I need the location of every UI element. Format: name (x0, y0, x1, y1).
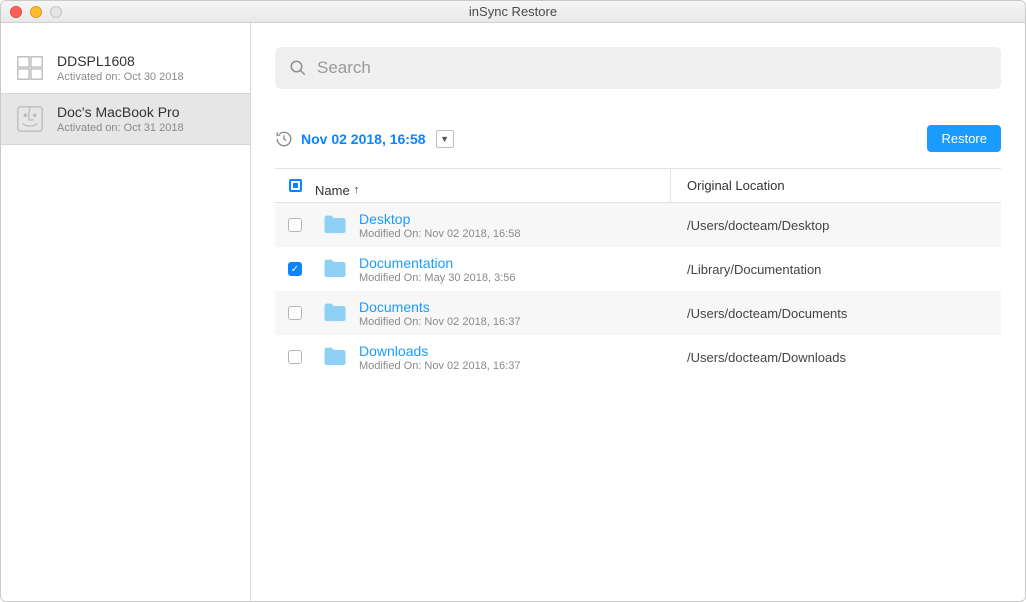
search-box[interactable] (275, 47, 1001, 89)
row-checkbox[interactable] (288, 350, 302, 364)
snapshot-picker[interactable]: Nov 02 2018, 16:58 ▼ (275, 130, 454, 148)
restore-button[interactable]: Restore (927, 125, 1001, 152)
file-modified: Modified On: May 30 2018, 3:56 (359, 272, 516, 284)
select-all-checkbox[interactable] (289, 179, 302, 192)
toolbar: Nov 02 2018, 16:58 ▼ Restore (275, 125, 1001, 152)
device-item[interactable]: DDSPL1608 Activated on: Oct 30 2018 (1, 43, 250, 93)
table-row[interactable]: ✓ DocumentationModified On: May 30 2018, … (275, 247, 1001, 291)
snapshot-dropdown[interactable]: ▼ (436, 130, 454, 148)
titlebar: inSync Restore (1, 1, 1025, 23)
device-sidebar: DDSPL1608 Activated on: Oct 30 2018 Doc'… (1, 23, 251, 601)
table-row[interactable]: DownloadsModified On: Nov 02 2018, 16:37… (275, 335, 1001, 379)
minimize-button[interactable] (30, 6, 42, 18)
file-modified: Modified On: Nov 02 2018, 16:58 (359, 228, 520, 240)
column-header-name[interactable]: Name ↑ (315, 169, 671, 202)
file-location: /Users/docteam/Desktop (687, 218, 829, 233)
folder-icon (321, 299, 349, 327)
close-button[interactable] (10, 6, 22, 18)
file-name: Desktop (359, 211, 520, 227)
file-table: Name ↑ Original Location DesktopModified… (275, 168, 1001, 379)
app-window: inSync Restore DDSPL1608 Activated on: O… (0, 0, 1026, 602)
folder-icon (321, 343, 349, 371)
folder-icon (321, 255, 349, 283)
device-activated: Activated on: Oct 31 2018 (57, 122, 184, 134)
snapshot-time: Nov 02 2018, 16:58 (301, 131, 426, 147)
column-header-location[interactable]: Original Location (671, 178, 1001, 193)
table-header: Name ↑ Original Location (275, 169, 1001, 203)
device-name: DDSPL1608 (57, 53, 184, 69)
row-checkbox[interactable] (288, 306, 302, 320)
search-icon (289, 59, 307, 77)
file-location: /Library/Documentation (687, 262, 821, 277)
search-input[interactable] (317, 58, 987, 78)
file-modified: Modified On: Nov 02 2018, 16:37 (359, 360, 520, 372)
device-item[interactable]: Doc's MacBook Pro Activated on: Oct 31 2… (1, 93, 250, 145)
sort-asc-icon: ↑ (354, 184, 360, 196)
file-location: /Users/docteam/Documents (687, 306, 847, 321)
window-controls (1, 6, 62, 18)
folder-icon (321, 211, 349, 239)
maximize-button[interactable] (50, 6, 62, 18)
file-name: Downloads (359, 343, 520, 359)
row-checkbox[interactable]: ✓ (288, 262, 302, 276)
file-modified: Modified On: Nov 02 2018, 16:37 (359, 316, 520, 328)
file-location: /Users/docteam/Downloads (687, 350, 846, 365)
device-name: Doc's MacBook Pro (57, 104, 184, 120)
row-checkbox[interactable] (288, 218, 302, 232)
main-panel: Nov 02 2018, 16:58 ▼ Restore Name ↑ Orig… (251, 23, 1025, 601)
windows-icon (15, 53, 45, 83)
window-title: inSync Restore (1, 4, 1025, 19)
file-name: Documents (359, 299, 520, 315)
history-icon (275, 130, 293, 148)
file-name: Documentation (359, 255, 516, 271)
table-row[interactable]: DesktopModified On: Nov 02 2018, 16:58/U… (275, 203, 1001, 247)
device-activated: Activated on: Oct 30 2018 (57, 71, 184, 83)
table-row[interactable]: DocumentsModified On: Nov 02 2018, 16:37… (275, 291, 1001, 335)
mac-finder-icon (15, 104, 45, 134)
